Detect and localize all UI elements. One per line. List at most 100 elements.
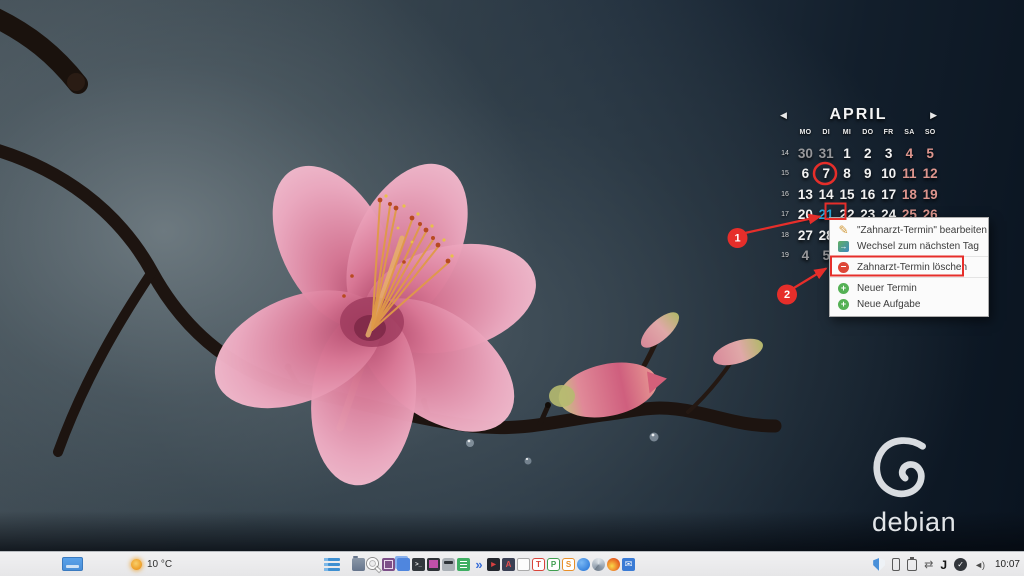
add-icon <box>838 283 849 294</box>
calendar-day[interactable]: 2 <box>857 146 878 161</box>
task-list-icon[interactable] <box>324 558 340 571</box>
calendar-day[interactable]: 4 <box>899 146 920 161</box>
branch-stub <box>0 16 78 84</box>
edit-icon <box>838 225 849 236</box>
code-editor-icon[interactable]: » <box>472 558 485 571</box>
calendar-next-button[interactable]: ▶ <box>930 110 937 121</box>
add-icon <box>838 299 849 310</box>
calendar-day[interactable]: 17 <box>878 187 899 202</box>
menu-item-label: Wechsel zum nächsten Tag <box>857 241 979 252</box>
calendar-day[interactable]: 6 <box>795 166 816 181</box>
calendar-day[interactable]: 11 <box>899 166 920 181</box>
calendar-day[interactable]: 15 <box>837 187 858 202</box>
flower <box>197 144 548 490</box>
calendar-day[interactable]: 3 <box>878 146 899 161</box>
calendar-prev-button[interactable]: ◀ <box>780 110 787 121</box>
screenshot-tool-icon[interactable] <box>382 558 395 571</box>
volume-icon[interactable] <box>974 560 984 570</box>
phone-icon[interactable] <box>892 558 900 571</box>
calendar-day[interactable]: 14 <box>816 187 837 202</box>
window-switcher-icon[interactable] <box>397 558 410 571</box>
menu-item[interactable]: "Zahnarzt-Termin" bearbeiten <box>830 222 988 238</box>
week-number: 17 <box>775 211 795 218</box>
calendar-day[interactable]: 18 <box>899 187 920 202</box>
week-number: 14 <box>775 150 795 157</box>
menu-item[interactable]: Neue Aufgabe <box>830 296 988 312</box>
water-droplets <box>466 433 659 465</box>
calendar-day[interactable]: 27 <box>795 228 816 243</box>
calendar-day[interactable]: 1 <box>837 146 858 161</box>
calendar-day[interactable]: 4 <box>795 248 816 263</box>
calendar-day[interactable]: 19 <box>920 187 941 202</box>
menu-item-label: Zahnarzt-Termin löschen <box>857 262 967 273</box>
check-badge-icon[interactable] <box>954 558 967 571</box>
browser-gray-icon[interactable] <box>592 558 605 571</box>
menu-item[interactable]: Zahnarzt-Termin löschen <box>830 259 988 275</box>
menu-item[interactable]: Wechsel zum nächsten Tag <box>830 238 988 254</box>
media-player-icon[interactable]: ▶ <box>487 558 500 571</box>
calendar-day[interactable]: 31 <box>816 146 837 161</box>
week-number: 15 <box>775 170 795 177</box>
window-button[interactable] <box>62 557 83 571</box>
pdf-reader-icon[interactable]: A <box>502 558 515 571</box>
app-s-icon[interactable]: S <box>562 558 575 571</box>
sun-icon <box>131 559 142 570</box>
debian-watermark: debian <box>868 436 998 538</box>
app-j-icon[interactable]: J <box>940 558 947 572</box>
menu-separator <box>830 277 988 278</box>
link-icon[interactable] <box>924 558 933 571</box>
menu-item-label: Neue Aufgabe <box>857 299 920 310</box>
branch-fork <box>58 272 152 452</box>
calendar-month-title: APRIL <box>787 106 930 124</box>
weekday-header: SA <box>899 129 920 136</box>
weekday-header: SO <box>920 129 941 136</box>
taskbar: 10 °C >_ »▶A TPS ✉ J 10:07 <box>0 551 1024 576</box>
clipboard-icon[interactable] <box>907 559 917 571</box>
mail-icon[interactable]: ✉ <box>622 558 635 571</box>
goto-icon <box>838 241 849 252</box>
calendar-day[interactable]: 7 <box>816 166 837 181</box>
calendar-day[interactable]: 9 <box>857 166 878 181</box>
calendar-day[interactable]: 13 <box>795 187 816 202</box>
documents-icon[interactable] <box>517 558 530 571</box>
weekday-header: DO <box>857 129 878 136</box>
calendar-day[interactable]: 5 <box>920 146 941 161</box>
security-shield-icon[interactable] <box>873 558 885 571</box>
browser-blue-icon[interactable] <box>577 558 590 571</box>
calendar-day[interactable]: 10 <box>878 166 899 181</box>
menu-separator <box>830 256 988 257</box>
app-t-icon[interactable]: T <box>532 558 545 571</box>
menu-item-label: "Zahnarzt-Termin" bearbeiten <box>857 225 987 236</box>
clock-label[interactable]: 10:07 <box>995 559 1020 570</box>
menu-item-label: Neuer Termin <box>857 283 917 294</box>
calendar-day[interactable]: 16 <box>857 187 878 202</box>
week-number: 16 <box>775 191 795 198</box>
branch-cut-end <box>67 73 85 91</box>
file-manager-icon[interactable] <box>352 558 365 571</box>
weekday-header: MO <box>795 129 816 136</box>
search-icon[interactable] <box>367 558 380 571</box>
taskbar-app-icons: >_ »▶A TPS ✉ <box>352 552 635 576</box>
weather-widget[interactable]: 10 °C <box>131 552 172 576</box>
display-settings-icon[interactable] <box>427 558 440 571</box>
firefox-icon[interactable] <box>607 558 620 571</box>
text-editor-icon[interactable] <box>457 558 470 571</box>
calendar-week-row: 14303112345 <box>775 143 941 164</box>
delete-icon <box>838 262 849 273</box>
system-tool-icon[interactable] <box>442 558 455 571</box>
week-number: 18 <box>775 232 795 239</box>
weekday-header: FR <box>878 129 899 136</box>
debian-label: debian <box>872 507 998 538</box>
temperature-label: 10 °C <box>147 559 172 570</box>
calendar-day[interactable]: 30 <box>795 146 816 161</box>
terminal-icon[interactable]: >_ <box>412 558 425 571</box>
system-tray: J 10:07 <box>873 552 1020 576</box>
calendar-day[interactable]: 12 <box>920 166 941 181</box>
menu-item[interactable]: Neuer Termin <box>830 280 988 296</box>
calendar-header: ◀ APRIL ▶ <box>775 104 941 126</box>
app-p-icon[interactable]: P <box>547 558 560 571</box>
calendar-day[interactable]: 20 <box>795 207 816 222</box>
calendar-week-row: 156789101112 <box>775 164 941 185</box>
calendar-context-menu: "Zahnarzt-Termin" bearbeiten Wechsel zum … <box>829 217 989 317</box>
calendar-day[interactable]: 8 <box>837 166 858 181</box>
